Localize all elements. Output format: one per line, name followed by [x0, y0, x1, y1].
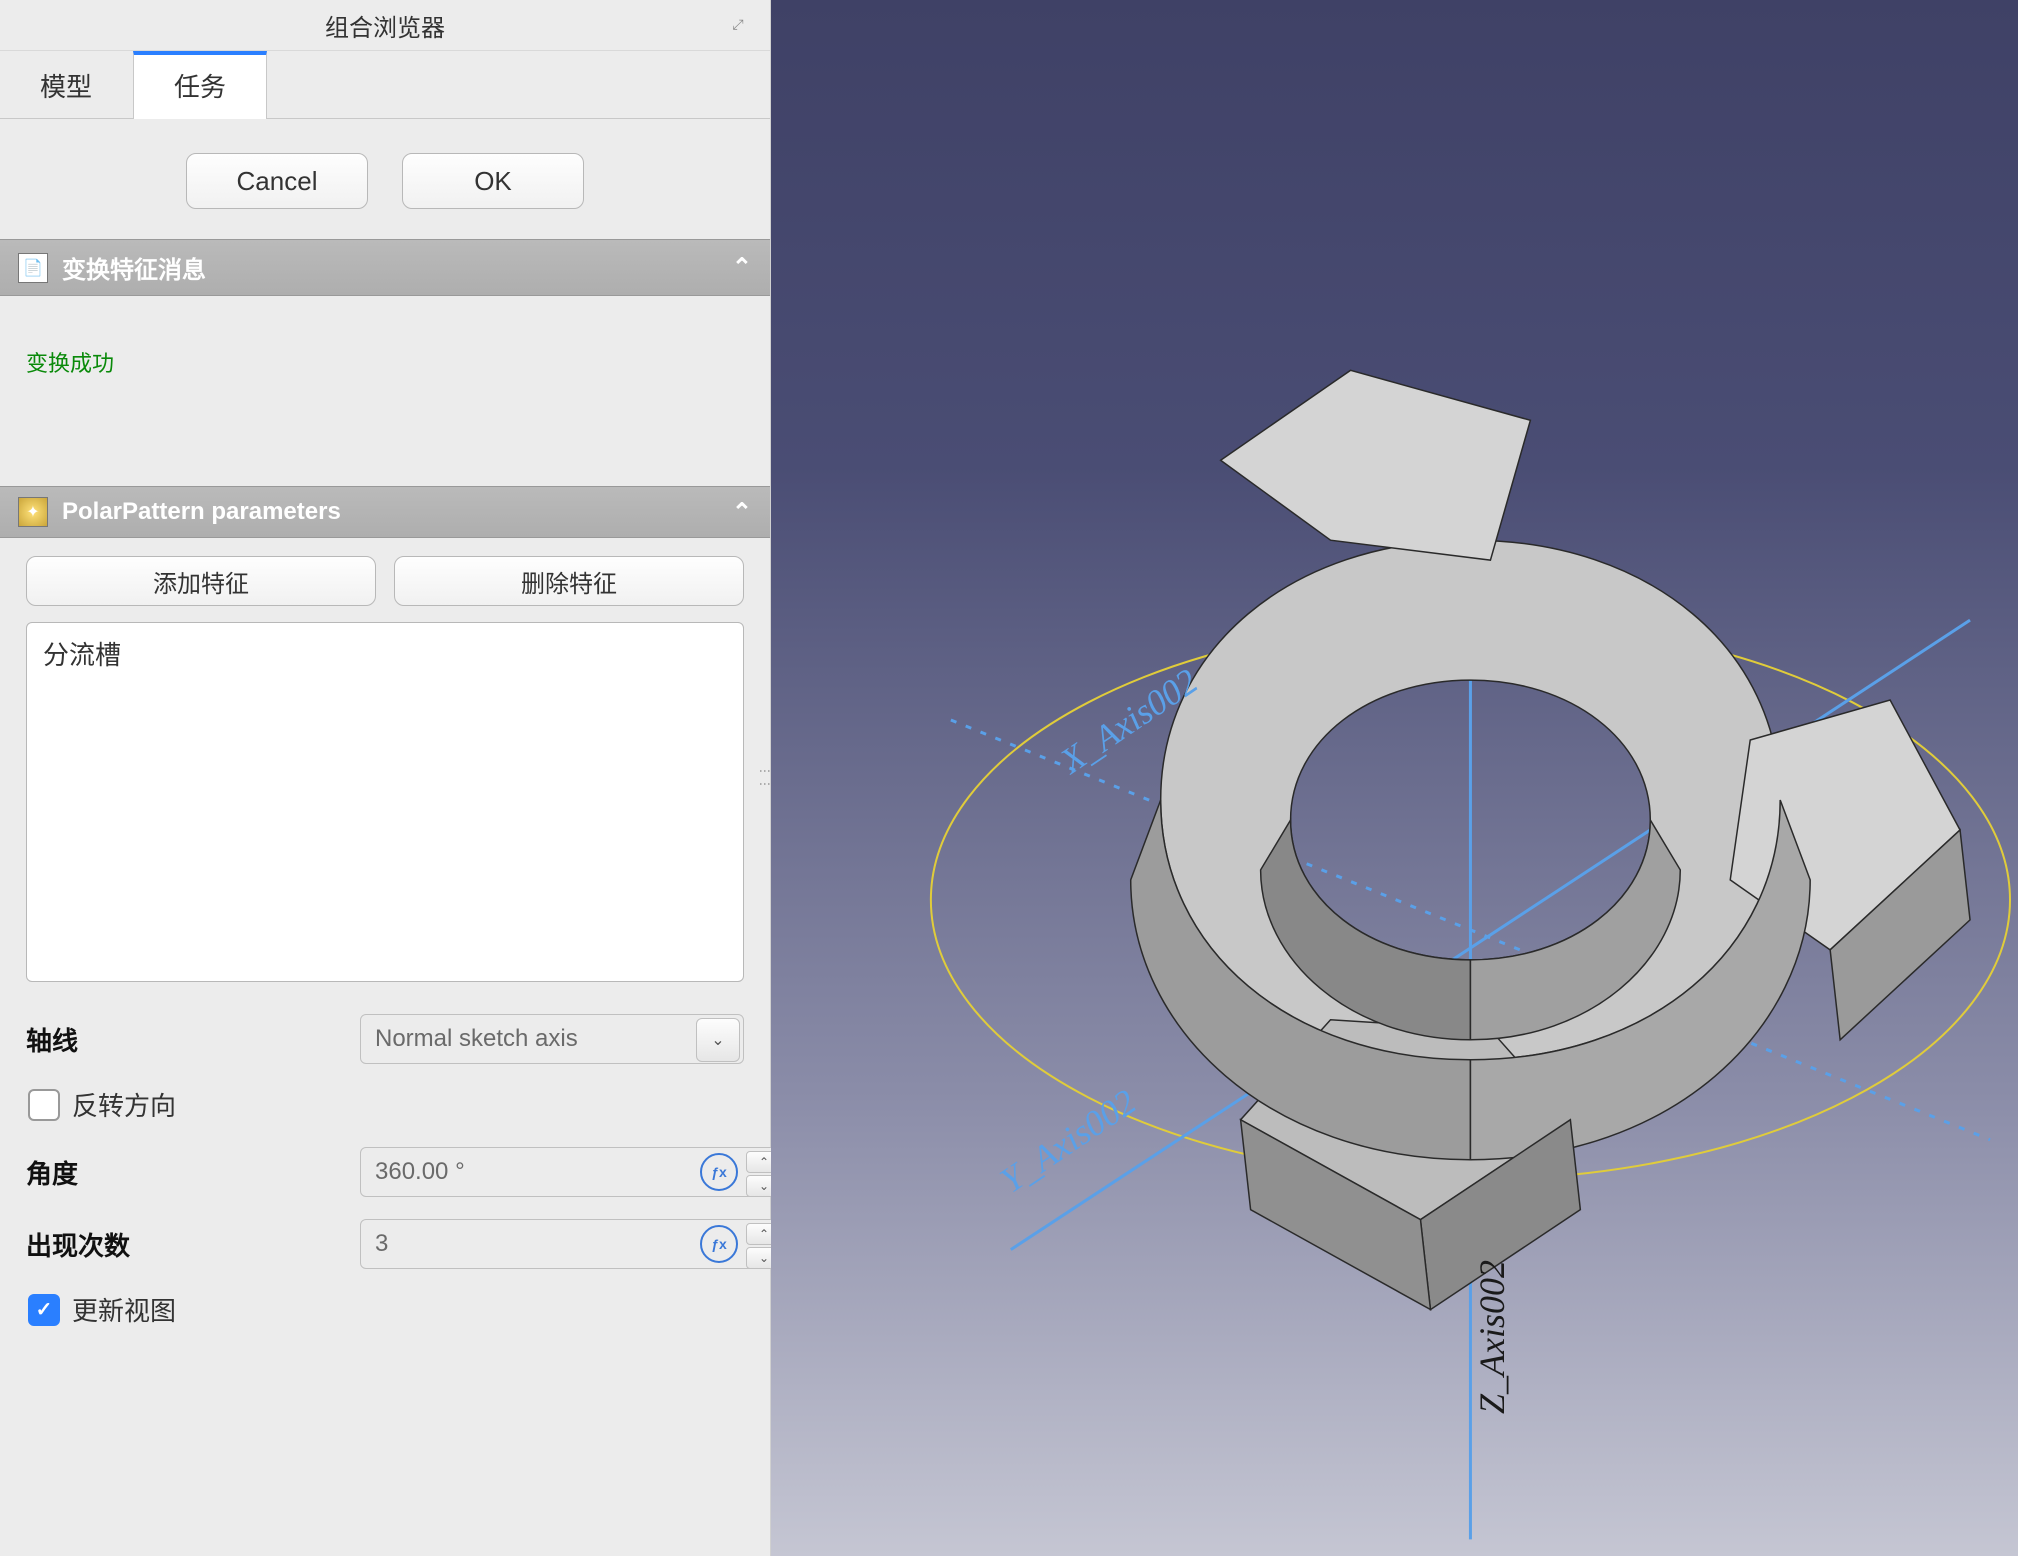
- panel-title: 组合浏览器: [325, 8, 445, 43]
- occurrences-spinbox[interactable]: ƒx ⌃ ⌄: [360, 1219, 786, 1269]
- angle-label: 角度: [26, 1154, 346, 1191]
- tab-model[interactable]: 模型: [0, 51, 133, 118]
- splitter-handle[interactable]: ⋮⋮: [758, 765, 772, 791]
- occurrences-label: 出现次数: [26, 1226, 346, 1263]
- chevron-up-icon: ⌃: [732, 253, 752, 282]
- 3d-viewport[interactable]: X_Axis002 Y_Axis002 Z_Axis002: [771, 0, 2018, 1556]
- panel-title-bar: 组合浏览器 ⤢: [0, 0, 770, 51]
- axis-label: 轴线: [26, 1021, 346, 1058]
- params-title: PolarPattern parameters: [62, 498, 341, 526]
- axis-select[interactable]: ⌄: [360, 1014, 744, 1064]
- feature-listbox[interactable]: 分流槽: [26, 622, 744, 982]
- reverse-label: 反转方向: [72, 1086, 176, 1123]
- update-view-checkbox[interactable]: ✓: [28, 1294, 60, 1326]
- tabs: 模型 任务: [0, 51, 770, 119]
- update-view-label: 更新视图: [72, 1291, 176, 1328]
- ok-button[interactable]: OK: [402, 153, 584, 209]
- polarpattern-icon: ✦: [18, 497, 48, 527]
- expression-icon[interactable]: ƒx: [700, 1225, 738, 1263]
- viewport-scene: [771, 0, 2018, 1556]
- params-header[interactable]: ✦ PolarPattern parameters ⌃: [0, 486, 770, 538]
- reverse-checkbox[interactable]: [28, 1089, 60, 1121]
- combo-view-panel: 组合浏览器 ⤢ 模型 任务 Cancel OK 📄 变换特征消息 ⌃ 变换成功 …: [0, 0, 771, 1556]
- messages-title: 变换特征消息: [62, 250, 206, 285]
- tab-task[interactable]: 任务: [133, 51, 267, 119]
- note-icon: 📄: [18, 253, 48, 283]
- expression-icon[interactable]: ƒx: [700, 1153, 738, 1191]
- add-feature-button[interactable]: 添加特征: [26, 556, 376, 606]
- undock-icon[interactable]: ⤢: [724, 10, 752, 38]
- cancel-button[interactable]: Cancel: [186, 153, 368, 209]
- polar-pattern-part: [1131, 370, 1970, 1309]
- remove-feature-button[interactable]: 删除特征: [394, 556, 744, 606]
- axis-value[interactable]: [360, 1014, 744, 1064]
- messages-body: 变换成功: [0, 296, 770, 486]
- chevron-up-icon: ⌃: [732, 498, 752, 527]
- transform-success-text: 变换成功: [26, 351, 114, 376]
- params-body: 添加特征 删除特征 分流槽 轴线 ⌄ 反转方向 角度: [0, 538, 770, 1376]
- list-item[interactable]: 分流槽: [43, 635, 727, 672]
- dialog-buttons: Cancel OK: [0, 119, 770, 239]
- chevron-down-icon[interactable]: ⌄: [696, 1018, 740, 1062]
- messages-header[interactable]: 📄 变换特征消息 ⌃: [0, 239, 770, 296]
- angle-spinbox[interactable]: ƒx ⌃ ⌄: [360, 1147, 786, 1197]
